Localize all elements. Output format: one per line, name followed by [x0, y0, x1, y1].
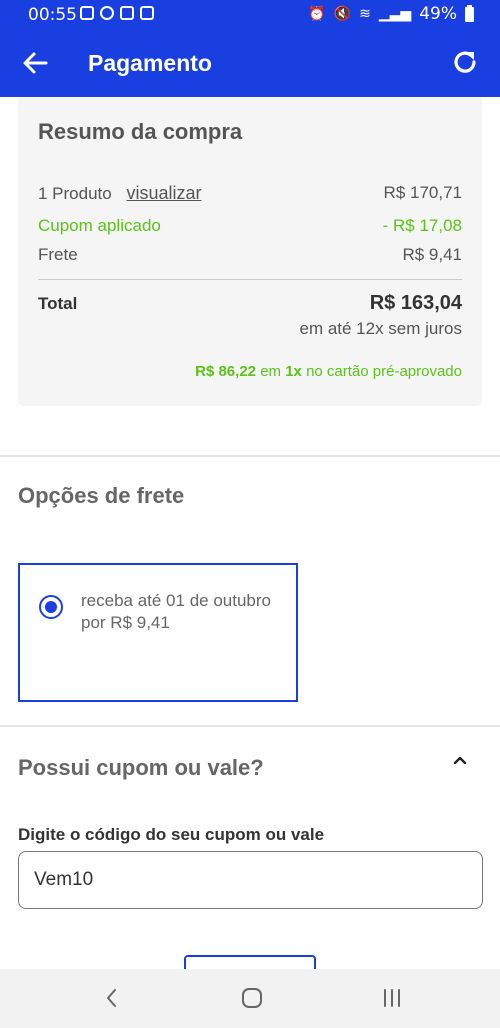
coupon-row: Cupom aplicado - R$ 17,08	[38, 216, 462, 236]
purchase-summary-card: Resumo da compra 1 Produto visualizar R$…	[18, 97, 482, 406]
preapproved-times: 1x	[285, 363, 302, 380]
coupon-section-title[interactable]: Possui cupom ou vale?	[18, 755, 264, 781]
mute-icon: 🔇	[333, 6, 352, 22]
download-icon	[140, 6, 154, 20]
total-value: R$ 163,04	[369, 292, 462, 314]
summary-title: Resumo da compra	[38, 119, 243, 144]
view-products-link[interactable]: visualizar	[126, 183, 201, 203]
battery-icon	[465, 4, 474, 22]
system-nav-bar	[0, 969, 500, 1028]
nav-home-icon[interactable]	[240, 986, 264, 1010]
status-time: 00:55	[28, 5, 77, 25]
shipping-value: R$ 9,41	[402, 245, 462, 264]
shipping-row: Frete R$ 9,41	[38, 245, 462, 265]
preapproved-amount: R$ 86,22	[195, 363, 257, 380]
message-icon	[80, 6, 94, 20]
installments-text: em até 12x sem juros	[299, 319, 462, 338]
page-title: Pagamento	[88, 50, 212, 76]
total-label: Total	[38, 294, 78, 313]
status-bar: 00:55 ⏰ 🔇 ≋ ▁▃▅ 49%	[0, 0, 500, 30]
app-bar: Pagamento	[0, 30, 500, 97]
coupon-field-label: Digite o código do seu cupom ou vale	[18, 825, 325, 844]
section-divider	[0, 725, 500, 727]
products-label: 1 Produto	[38, 184, 112, 203]
preapproved-offer: R$ 86,22 em 1x no cartão pré-aprovado	[195, 363, 462, 380]
shipping-option-card[interactable]: receba até 01 de outubro por R$ 9,41	[18, 563, 298, 702]
coupon-code-input[interactable]	[18, 851, 483, 909]
refresh-icon[interactable]	[450, 47, 480, 77]
products-row: 1 Produto visualizar R$ 170,71	[38, 183, 462, 204]
preapproved-rest: no cartão pré-aprovado	[306, 363, 462, 380]
chevron-up-icon[interactable]	[452, 752, 468, 768]
alarm-icon: ⏰	[308, 6, 326, 22]
shipping-options-title: Opções de frete	[18, 483, 185, 508]
shipping-option-radio[interactable]	[39, 595, 63, 619]
signal-icon: ▁▃▅	[378, 6, 412, 22]
shipping-label: Frete	[38, 245, 78, 264]
wifi-icon: ≋	[359, 6, 371, 22]
shipping-option-text: receba até 01 de outubro por R$ 9,41	[81, 591, 271, 632]
products-value: R$ 170,71	[383, 183, 462, 202]
system-icons: ⏰ 🔇 ≋ ▁▃▅ 49%	[308, 4, 474, 24]
instagram-icon	[120, 6, 134, 20]
preapproved-mid: em	[260, 363, 282, 380]
do-not-disturb-icon	[100, 6, 114, 20]
summary-divider	[38, 279, 462, 280]
nav-recent-apps-icon[interactable]	[380, 986, 404, 1010]
back-arrow-icon[interactable]	[20, 48, 50, 78]
battery-percent: 49%	[419, 4, 457, 24]
section-divider	[0, 455, 500, 457]
coupon-discount-value: - R$ 17,08	[382, 216, 462, 235]
nav-back-icon[interactable]	[100, 986, 124, 1010]
coupon-applied-label: Cupom aplicado	[38, 216, 161, 235]
notification-icons	[80, 6, 154, 20]
